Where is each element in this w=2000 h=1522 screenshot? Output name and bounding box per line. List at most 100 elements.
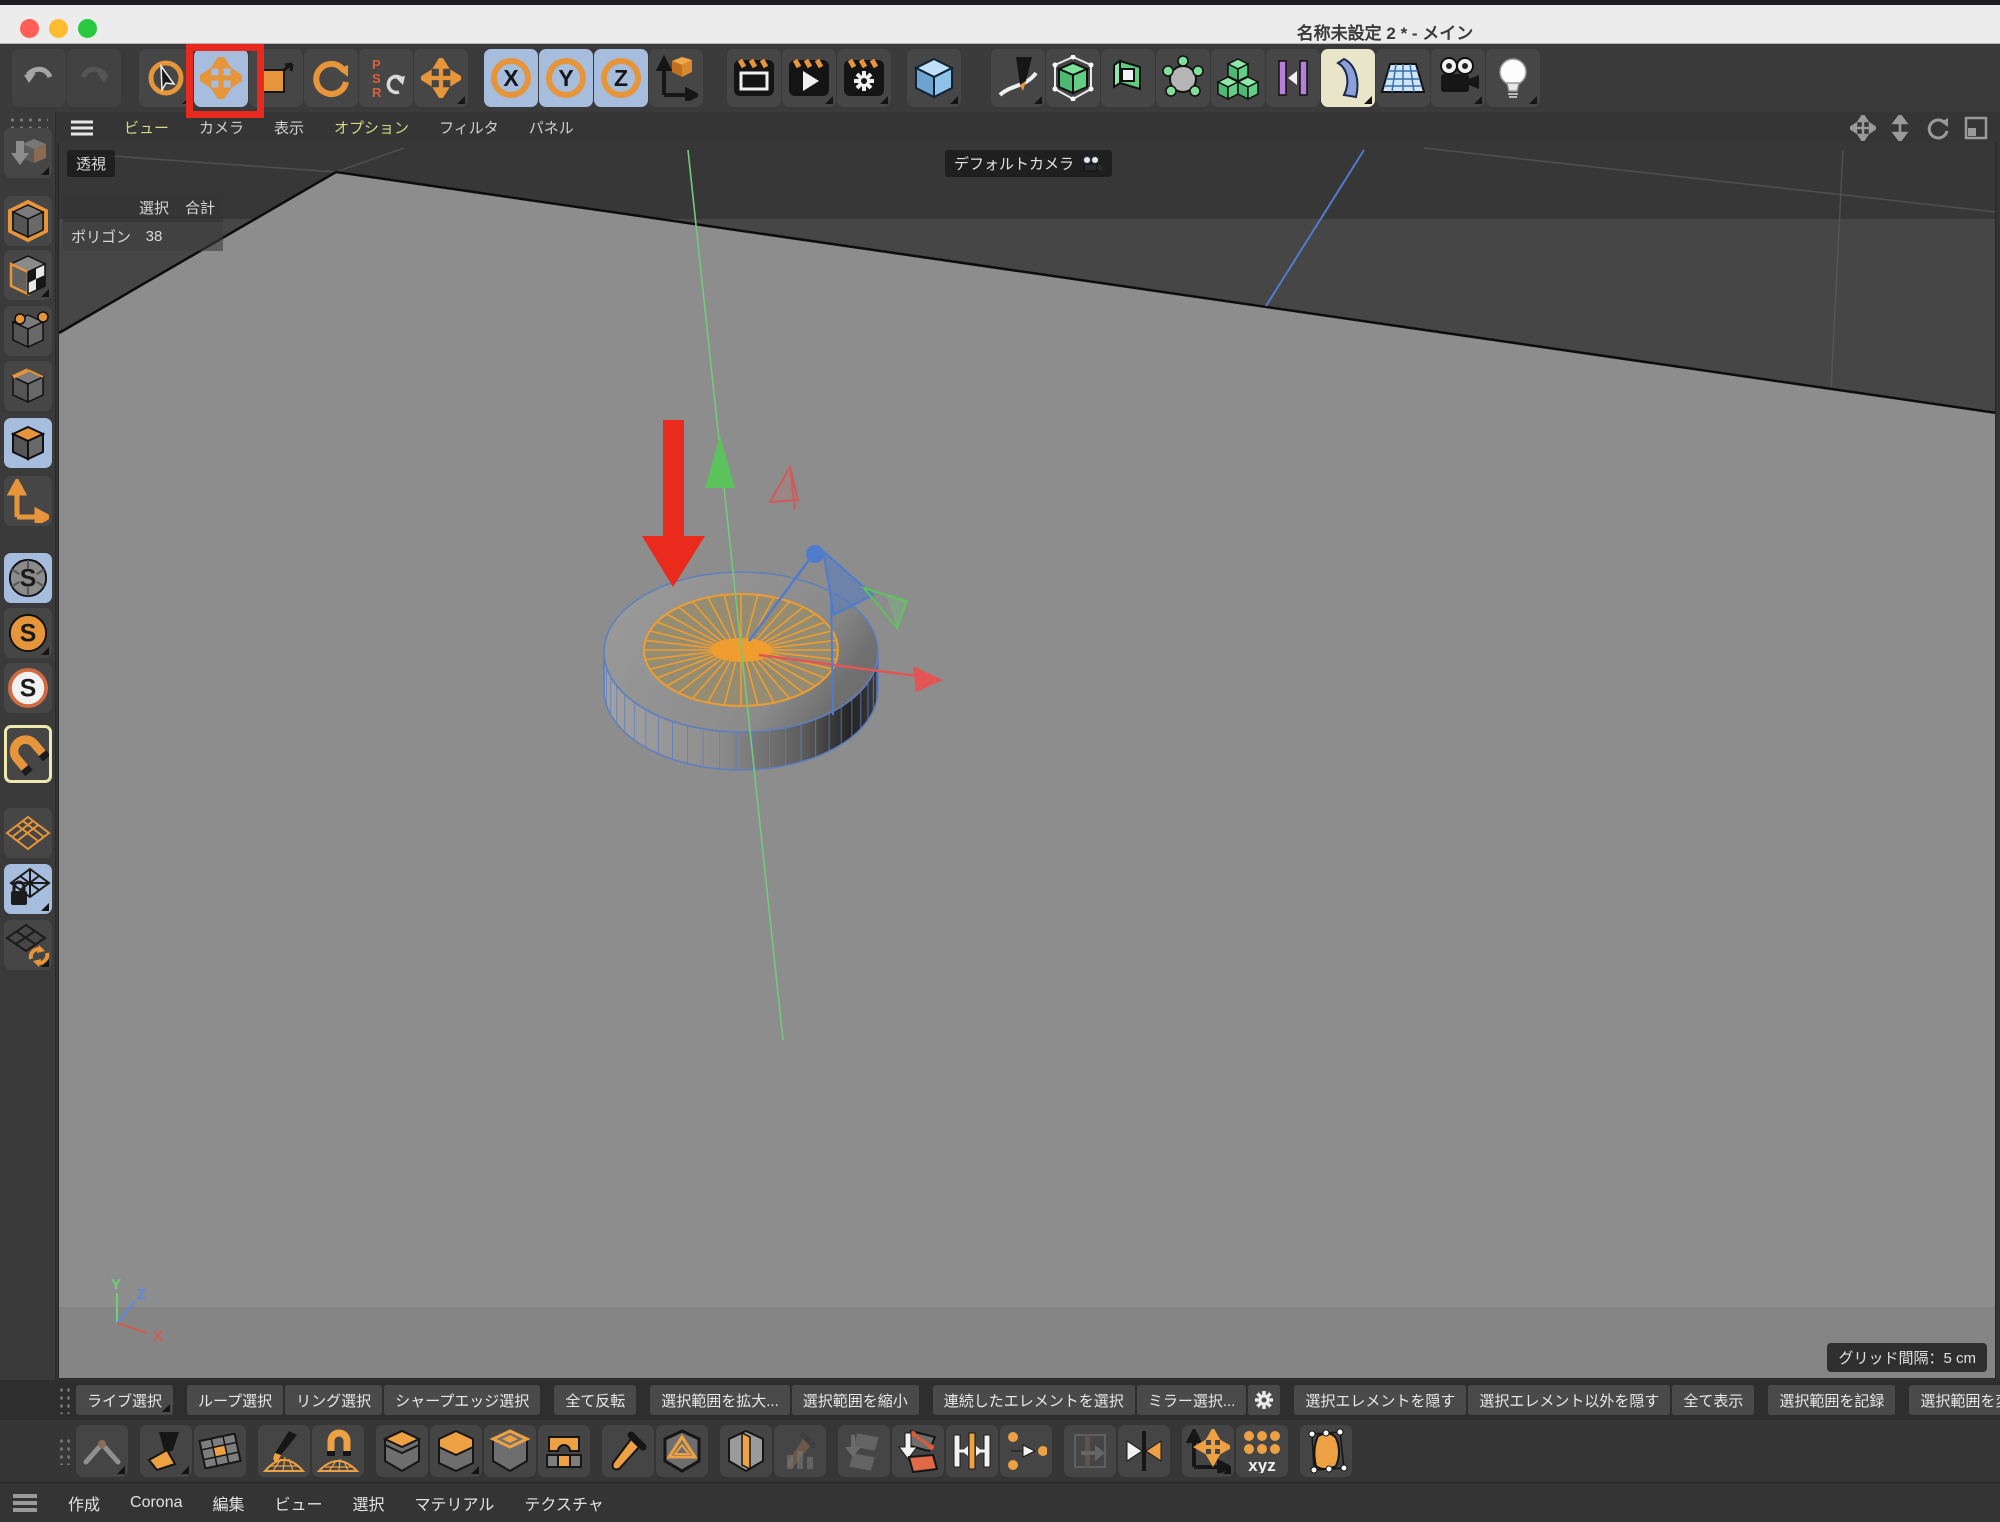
viewport-menu-options[interactable]: オプション	[334, 117, 409, 138]
live-selection-command[interactable]: ライブ選択	[76, 1385, 173, 1415]
extrude-tool-button[interactable]	[430, 1425, 482, 1477]
point-mode-button[interactable]	[4, 306, 52, 356]
close-window-button[interactable]	[20, 19, 39, 38]
psr-tool-button[interactable]: P S R	[359, 49, 413, 107]
viewport-burger-icon[interactable]	[70, 119, 94, 137]
menu-view[interactable]: ビュー	[275, 1491, 323, 1515]
render-to-picture-viewer-button[interactable]	[782, 49, 836, 107]
snap-settings-button[interactable]: S	[4, 608, 52, 658]
polygon-pen-button[interactable]	[140, 1425, 192, 1477]
edge-mode-button[interactable]	[4, 361, 52, 411]
viewport-menu-view[interactable]: ビュー	[124, 117, 169, 138]
viewport-menu-panel[interactable]: パネル	[529, 117, 574, 138]
view-type-chip[interactable]: 透視	[67, 150, 115, 177]
quantize-magnet-button[interactable]	[4, 725, 52, 783]
selbar-drag-handle[interactable]	[58, 1386, 70, 1414]
light-object-button[interactable]	[1486, 49, 1540, 107]
array-object-button[interactable]	[1211, 49, 1265, 107]
menu-select[interactable]: 選択	[353, 1491, 385, 1515]
mirror-selection-settings-button[interactable]	[1248, 1385, 1280, 1415]
brush-tool-button[interactable]	[258, 1425, 310, 1477]
bridge-tool-button[interactable]	[538, 1425, 590, 1477]
quad-patch-button[interactable]	[194, 1425, 246, 1477]
dolly-view-icon[interactable]	[1890, 115, 1910, 141]
unhide-all-command[interactable]: 全て表示	[1672, 1385, 1754, 1415]
set-point-position-button[interactable]: xyz	[1236, 1425, 1288, 1477]
floor-object-button[interactable]	[1376, 49, 1430, 107]
lock-z-axis-button[interactable]: Z	[594, 49, 648, 107]
sidebar-drag-handle[interactable]	[8, 116, 48, 128]
bevel-tool-button[interactable]	[376, 1425, 428, 1477]
viewport-3d[interactable]: Y Z X 透視 選択 合計 ポリゴン 38 デフォルトカメラ グリッ	[58, 143, 1996, 1379]
axis-mode-button[interactable]	[4, 476, 52, 526]
live-selection-tool-button[interactable]	[139, 49, 193, 107]
zoom-window-button[interactable]	[78, 19, 97, 38]
maximize-view-icon[interactable]	[1964, 116, 1988, 140]
convert-selection-command[interactable]: 選択範囲を変換	[1909, 1385, 2000, 1415]
minimize-window-button[interactable]	[49, 19, 68, 38]
hide-selected-command[interactable]: 選択エレメントを隠す	[1294, 1385, 1466, 1415]
axis-center-button[interactable]	[1182, 1425, 1234, 1477]
pan-view-icon[interactable]	[1850, 115, 1876, 141]
extrude-generator-button[interactable]	[1101, 49, 1155, 107]
magnet-tool-button[interactable]	[312, 1425, 364, 1477]
rotate-tool-button[interactable]	[304, 49, 358, 107]
lock-x-axis-button[interactable]: X	[484, 49, 538, 107]
sharp-edge-selection-command[interactable]: シャープエッジ選択	[384, 1385, 540, 1415]
mirror-selection-command[interactable]: ミラー選択...	[1137, 1385, 1247, 1415]
lock-workplane-button[interactable]	[4, 864, 52, 914]
arc-tool-button[interactable]	[76, 1425, 128, 1477]
camera-object-button[interactable]	[1431, 49, 1485, 107]
model-mode-button[interactable]	[4, 196, 52, 246]
menu-texture[interactable]: テクスチャ	[524, 1491, 603, 1515]
ring-selection-command[interactable]: リング選択	[285, 1385, 382, 1415]
store-selection-command[interactable]: 選択範囲を記録	[1768, 1385, 1895, 1415]
hide-unselected-command[interactable]: 選択エレメント以外を隠す	[1468, 1385, 1670, 1415]
undo-button[interactable]	[12, 49, 66, 107]
camera-label-chip[interactable]: デフォルトカメラ	[945, 150, 1112, 177]
viewport-menu-camera[interactable]: カメラ	[199, 117, 244, 138]
set-point-value-button[interactable]	[892, 1425, 944, 1477]
mirror-tool-button[interactable]	[1118, 1425, 1170, 1477]
edge-cut-button[interactable]	[720, 1425, 772, 1477]
menu-edit[interactable]: 編集	[213, 1491, 245, 1515]
snap-mode-button[interactable]: S	[4, 663, 52, 713]
bend-deformer-button[interactable]	[1321, 49, 1375, 107]
viewport-menu-filter[interactable]: フィルタ	[439, 117, 499, 138]
gizmo-z-arrowhead[interactable]	[806, 545, 824, 563]
shrink-selection-command[interactable]: 選択範囲を縮小	[792, 1385, 919, 1415]
render-view-button[interactable]	[727, 49, 781, 107]
free-move-tool-button[interactable]	[414, 49, 468, 107]
loop-selection-command[interactable]: ループ選択	[187, 1385, 283, 1415]
orbit-view-icon[interactable]	[1924, 115, 1950, 141]
toolsbar-drag-handle[interactable]	[58, 1437, 70, 1465]
redo-button[interactable]	[67, 49, 121, 107]
field-object-button[interactable]	[1156, 49, 1210, 107]
select-connected-command[interactable]: 連続したエレメントを選択	[933, 1385, 1135, 1415]
texture-mode-button[interactable]	[4, 250, 52, 300]
make-editable-button[interactable]	[4, 128, 52, 178]
add-spline-pen-button[interactable]	[991, 49, 1045, 107]
menu-corona[interactable]: Corona	[130, 1494, 182, 1512]
workplane-mode-button[interactable]	[4, 920, 52, 970]
polygon-mode-button[interactable]	[4, 418, 52, 468]
weld-tool-button[interactable]	[946, 1425, 998, 1477]
grow-selection-command[interactable]: 選択範囲を拡大...	[650, 1385, 790, 1415]
symmetry-object-button[interactable]	[1266, 49, 1320, 107]
invert-all-command[interactable]: 全て反転	[554, 1385, 636, 1415]
inner-extrude-button[interactable]	[484, 1425, 536, 1477]
close-polygon-hole-button[interactable]	[656, 1425, 708, 1477]
bottom-burger-icon[interactable]	[12, 1493, 38, 1513]
traffic-lights[interactable]	[20, 19, 97, 38]
menu-create[interactable]: 作成	[68, 1491, 100, 1515]
add-primitive-cube-button[interactable]	[907, 49, 961, 107]
render-settings-button[interactable]	[837, 49, 891, 107]
cage-deform-button[interactable]	[1300, 1425, 1352, 1477]
split-tool-button[interactable]	[1000, 1425, 1052, 1477]
viewport-menu-display[interactable]: 表示	[274, 117, 304, 138]
coordinate-system-button[interactable]	[649, 49, 703, 107]
subdivision-surface-button[interactable]	[1046, 49, 1100, 107]
lock-y-axis-button[interactable]: Y	[539, 49, 593, 107]
knife-tool-button[interactable]	[602, 1425, 654, 1477]
enable-snap-button[interactable]: S	[4, 553, 52, 603]
